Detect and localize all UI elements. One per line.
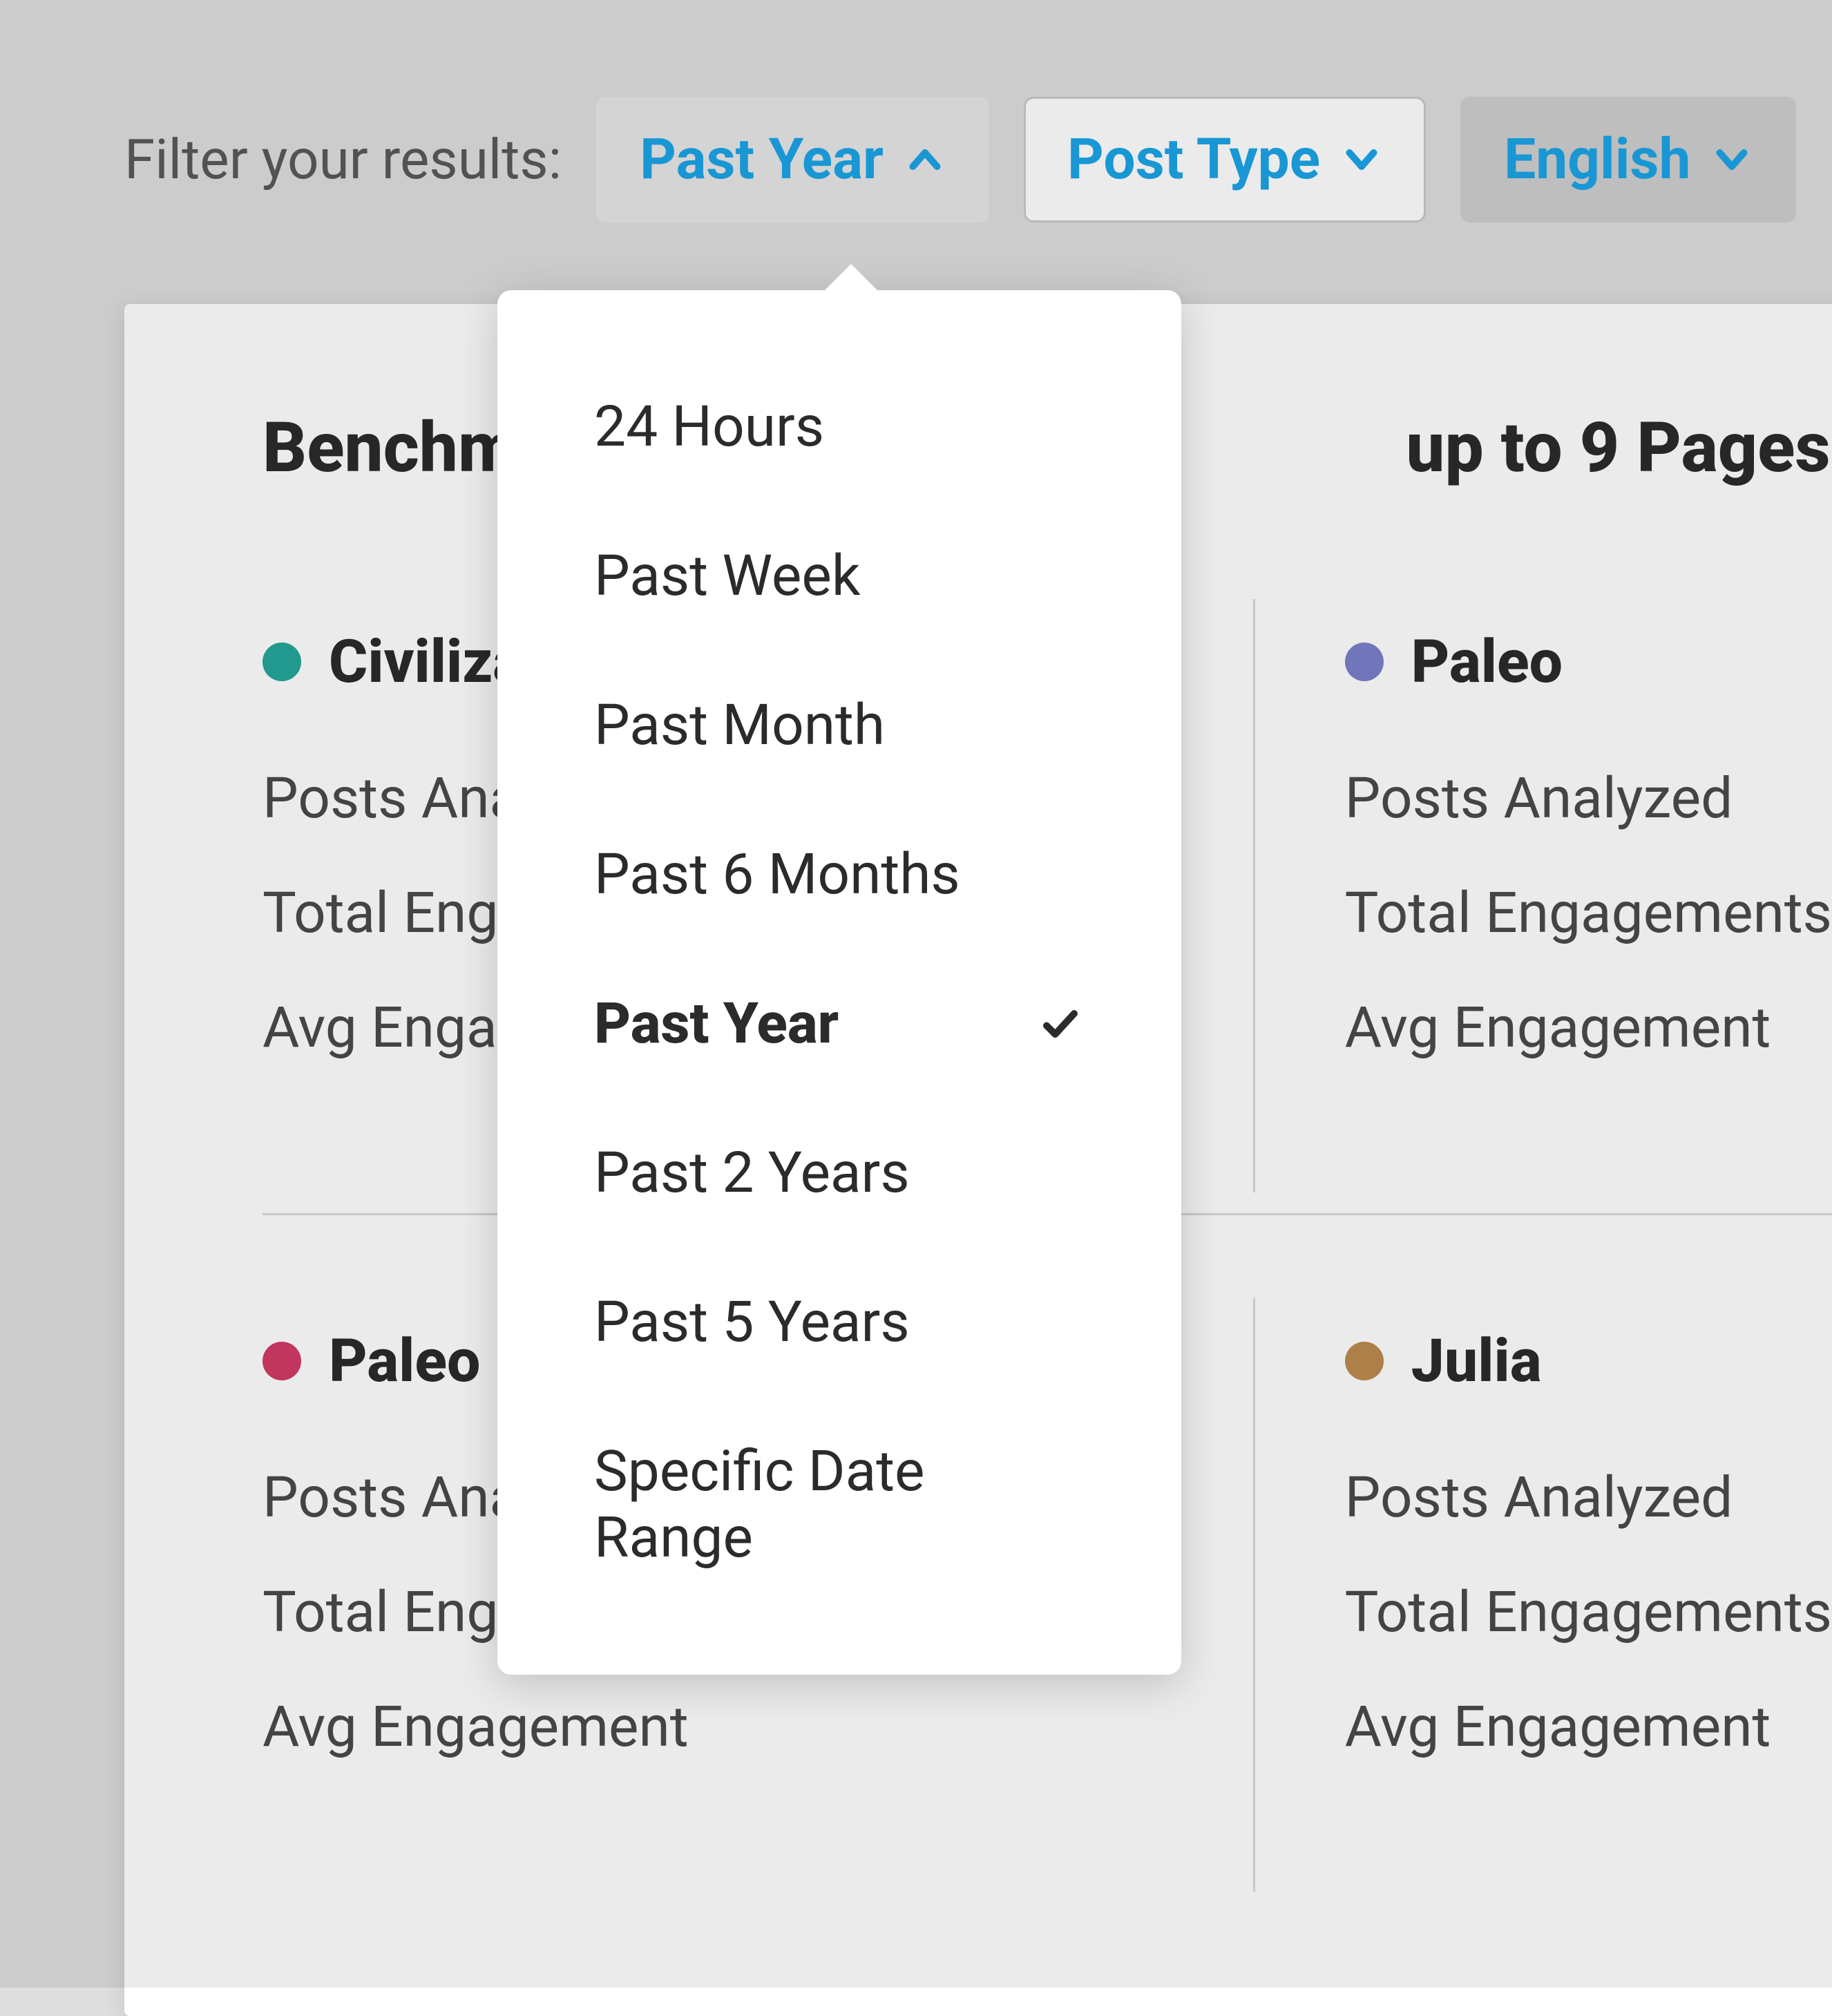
metric-total-engagements: Total Engagements	[1345, 880, 1832, 947]
benchmark-cell: Paleo Posts Analyzed Total Engagements A…	[1255, 599, 1832, 1192]
metric-avg-engagement: Avg Engagement	[263, 1694, 750, 1760]
chevron-down-icon	[1711, 139, 1753, 180]
time-range-option-label: Past 5 Years	[594, 1289, 910, 1356]
filter-bar: Filter your results: Past Year Post Type…	[124, 97, 1796, 222]
entity-header: Julia	[1345, 1326, 1832, 1396]
metric-posts-analyzed: Posts Analyzed	[1345, 1465, 1832, 1531]
time-range-dropdown: 24 Hours Past Week Past Month Past 6 Months…	[497, 290, 1181, 1675]
entity-name: Paleo	[329, 1326, 480, 1396]
time-range-option-label: Past 2 Years	[594, 1140, 910, 1206]
metric-avg-engagement: Avg Engagement	[1345, 995, 1832, 1061]
time-range-option[interactable]: Past 6 Months	[497, 800, 1181, 949]
check-icon	[1036, 1003, 1085, 1045]
time-range-option-label: Past 6 Months	[594, 841, 960, 908]
filter-post-type-button[interactable]: Post Type	[1024, 97, 1426, 222]
entity-header: Paleo	[1345, 627, 1832, 696]
metric-total-engagements: Total Engagements	[1345, 1579, 1832, 1646]
chevron-down-icon	[1341, 139, 1382, 180]
time-range-option[interactable]: Past 2 Years	[497, 1099, 1181, 1248]
entity-color-dot	[1345, 1342, 1384, 1380]
time-range-option[interactable]: Past Week	[497, 502, 1181, 651]
time-range-option-label: 24 Hours	[594, 394, 824, 460]
chevron-up-icon	[904, 139, 946, 180]
time-range-option-label: Past Year	[594, 991, 839, 1057]
filter-time-label: Past Year	[640, 126, 884, 193]
entity-color-dot	[263, 1342, 301, 1380]
benchmark-cell: Julia Posts Analyzed Total Engagements A…	[1255, 1298, 1832, 1892]
time-range-option-label: Past Month	[594, 692, 885, 759]
metric-avg-engagement: Avg Engagement	[1345, 1694, 1832, 1760]
entity-name: Julia	[1411, 1326, 1542, 1396]
entity-name: Paleo	[1411, 627, 1563, 696]
time-range-option[interactable]: Past 5 Years	[497, 1248, 1181, 1397]
time-range-option[interactable]: Past Year	[497, 949, 1181, 1099]
filter-language-button[interactable]: English	[1460, 97, 1796, 222]
entity-color-dot	[1345, 643, 1384, 681]
time-range-option[interactable]: 24 Hours	[497, 352, 1181, 502]
metric-posts-analyzed: Posts Analyzed	[1345, 765, 1832, 832]
filter-time-button[interactable]: Past Year	[596, 97, 989, 222]
time-range-option-label: Specific Date Range	[594, 1438, 1085, 1571]
filter-label: Filter your results:	[124, 127, 562, 192]
time-range-option[interactable]: Specific Date Range	[497, 1397, 1181, 1613]
entity-color-dot	[263, 643, 301, 681]
filter-language-label: English	[1504, 126, 1690, 193]
time-range-option-label: Past Week	[594, 543, 860, 609]
time-range-option[interactable]: Past Month	[497, 651, 1181, 800]
filter-post-type-label: Post Type	[1067, 126, 1320, 193]
